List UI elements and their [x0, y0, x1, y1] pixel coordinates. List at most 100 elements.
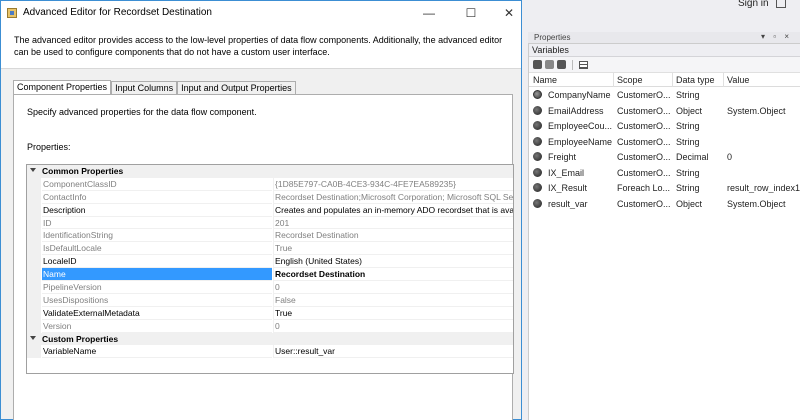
col-header-value[interactable]: Value: [727, 75, 749, 85]
variable-name: Freight: [548, 152, 577, 162]
page-description: Specify advanced properties for the data…: [27, 107, 257, 117]
variable-row[interactable]: result_var CustomerO... Object System.Objec…: [529, 196, 800, 212]
variable-scope: CustomerO...: [617, 167, 671, 178]
property-value[interactable]: 0: [273, 281, 513, 294]
maximize-button[interactable]: ☐: [459, 4, 483, 22]
property-value[interactable]: Recordset Destination: [273, 229, 513, 243]
property-value[interactable]: English (United States): [273, 255, 513, 269]
property-row[interactable]: IdentificationString Recordset Destinatio…: [27, 229, 513, 243]
property-row[interactable]: VariableName User::result_var: [27, 345, 513, 359]
grid-options-icon[interactable]: [579, 60, 588, 69]
variable-type: Decimal: [676, 152, 709, 162]
property-name[interactable]: Description: [42, 204, 272, 217]
property-name[interactable]: ContactInfo: [42, 191, 272, 204]
property-name[interactable]: IsDefaultLocale: [42, 242, 272, 256]
variable-icon: [533, 90, 542, 99]
variable-icon: [533, 167, 542, 177]
property-category[interactable]: Custom Properties: [27, 332, 513, 346]
property-row[interactable]: LocaleID English (United States): [27, 255, 513, 269]
variable-scope: CustomerO...: [617, 136, 671, 147]
variable-row[interactable]: Freight CustomerO... Decimal 0: [529, 149, 800, 165]
row-gutter: [27, 190, 41, 204]
property-row[interactable]: Version 0: [27, 319, 513, 333]
row-gutter: [27, 229, 41, 243]
ssis-component-icon: [7, 8, 17, 18]
property-value[interactable]: User::result_var: [273, 345, 513, 359]
column-separator[interactable]: [613, 73, 614, 87]
variables-panel-title: Variables: [529, 44, 800, 57]
dialog-description-area: The advanced editor provides access to t…: [1, 25, 521, 69]
minimize-button[interactable]: —: [417, 4, 441, 22]
property-value[interactable]: {1D85E797-CA0B-4CE3-934C-4FE7EA589235}: [273, 177, 513, 191]
close-button[interactable]: ✕: [497, 4, 521, 22]
variables-header: Name Scope Data type Value: [529, 73, 800, 87]
tab-input-output-properties[interactable]: Input and Output Properties: [177, 81, 296, 95]
variable-type: Object: [676, 198, 703, 209]
row-gutter: [27, 306, 41, 320]
properties-panel-controls[interactable]: ▾ ▫ ×: [761, 32, 792, 41]
col-header-type[interactable]: Data type: [676, 75, 715, 85]
tab-component-properties[interactable]: Component Properties: [13, 80, 112, 95]
variable-type: Object: [676, 105, 703, 116]
property-row[interactable]: ValidateExternalMetadata True: [27, 306, 513, 320]
property-name[interactable]: UsesDispositions: [42, 294, 272, 307]
property-name[interactable]: Version: [42, 320, 272, 333]
move-variable-icon[interactable]: [545, 60, 554, 69]
tab-input-columns[interactable]: Input Columns: [111, 81, 178, 95]
property-row[interactable]: Description Creates and populates an in-m…: [27, 203, 513, 217]
column-separator[interactable]: [723, 73, 724, 87]
variable-row[interactable]: CompanyName CustomerO... String: [529, 87, 800, 103]
property-name[interactable]: ComponentClassID: [42, 178, 272, 191]
property-value[interactable]: 201: [273, 216, 513, 230]
property-row[interactable]: ID 201: [27, 216, 513, 230]
property-value[interactable]: 0: [273, 319, 513, 333]
property-category[interactable]: Common Properties: [27, 165, 513, 178]
variable-row[interactable]: EmployeeName CustomerO... String: [529, 134, 800, 150]
account-icon[interactable]: [776, 0, 786, 8]
property-value[interactable]: True: [273, 242, 513, 256]
property-value[interactable]: Recordset Destination;Microsoft Corporat…: [273, 190, 513, 204]
delete-variable-icon[interactable]: [557, 60, 566, 69]
variable-type: String: [676, 121, 700, 131]
variable-row[interactable]: EmployeeCou... CustomerO... String: [529, 118, 800, 134]
property-row[interactable]: Name Recordset Destination: [27, 268, 513, 282]
property-row[interactable]: ContactInfo Recordset Destination;Microso…: [27, 190, 513, 204]
variable-row[interactable]: IX_Result Foreach Lo... String result_row_i…: [529, 180, 800, 196]
property-row[interactable]: PipelineVersion 0: [27, 281, 513, 294]
tab-strip: Component Properties Input Columns Input…: [13, 80, 296, 95]
add-variable-icon[interactable]: [533, 60, 542, 69]
property-name[interactable]: VariableName: [42, 345, 272, 359]
column-separator[interactable]: [672, 73, 673, 87]
variable-scope: CustomerO...: [617, 90, 671, 100]
collapse-icon[interactable]: [30, 168, 36, 172]
property-name[interactable]: ValidateExternalMetadata: [42, 307, 272, 320]
property-value[interactable]: Creates and populates an in-memory ADO r…: [273, 203, 513, 217]
component-properties-page: Specify advanced properties for the data…: [13, 94, 514, 420]
property-value[interactable]: True: [273, 306, 513, 320]
property-name[interactable]: ID: [42, 217, 272, 230]
property-name[interactable]: IdentificationString: [42, 229, 272, 243]
variable-row[interactable]: EmailAddress CustomerO... Object System.Obj…: [529, 103, 800, 119]
toolbar-separator: [572, 59, 573, 70]
col-header-scope[interactable]: Scope: [617, 75, 643, 85]
variable-icon: [533, 198, 542, 208]
property-name[interactable]: Name: [42, 268, 272, 282]
variables-panel: Variables Name Scope Data type Value Com…: [528, 44, 800, 420]
dialog-title-bar[interactable]: Advanced Editor for Recordset Destinatio…: [1, 1, 521, 25]
property-name[interactable]: PipelineVersion: [42, 281, 272, 294]
properties-panel-header: Properties ▾ ▫ ×: [528, 32, 800, 44]
collapse-icon[interactable]: [30, 335, 36, 340]
variable-row[interactable]: IX_Email CustomerO... String: [529, 165, 800, 181]
property-value[interactable]: Recordset Destination: [273, 268, 513, 282]
sign-in-link[interactable]: Sign in: [738, 0, 769, 9]
properties-label: Properties:: [27, 142, 71, 152]
property-name[interactable]: LocaleID: [42, 255, 272, 269]
property-row[interactable]: ComponentClassID {1D85E797-CA0B-4CE3-934C…: [27, 177, 513, 191]
property-row[interactable]: IsDefaultLocale True: [27, 242, 513, 256]
variable-scope: CustomerO...: [617, 121, 671, 131]
property-value[interactable]: False: [273, 293, 513, 307]
property-row[interactable]: UsesDispositions False: [27, 293, 513, 307]
col-header-name[interactable]: Name: [533, 75, 557, 85]
row-gutter: [27, 255, 41, 269]
row-gutter: [27, 345, 41, 359]
